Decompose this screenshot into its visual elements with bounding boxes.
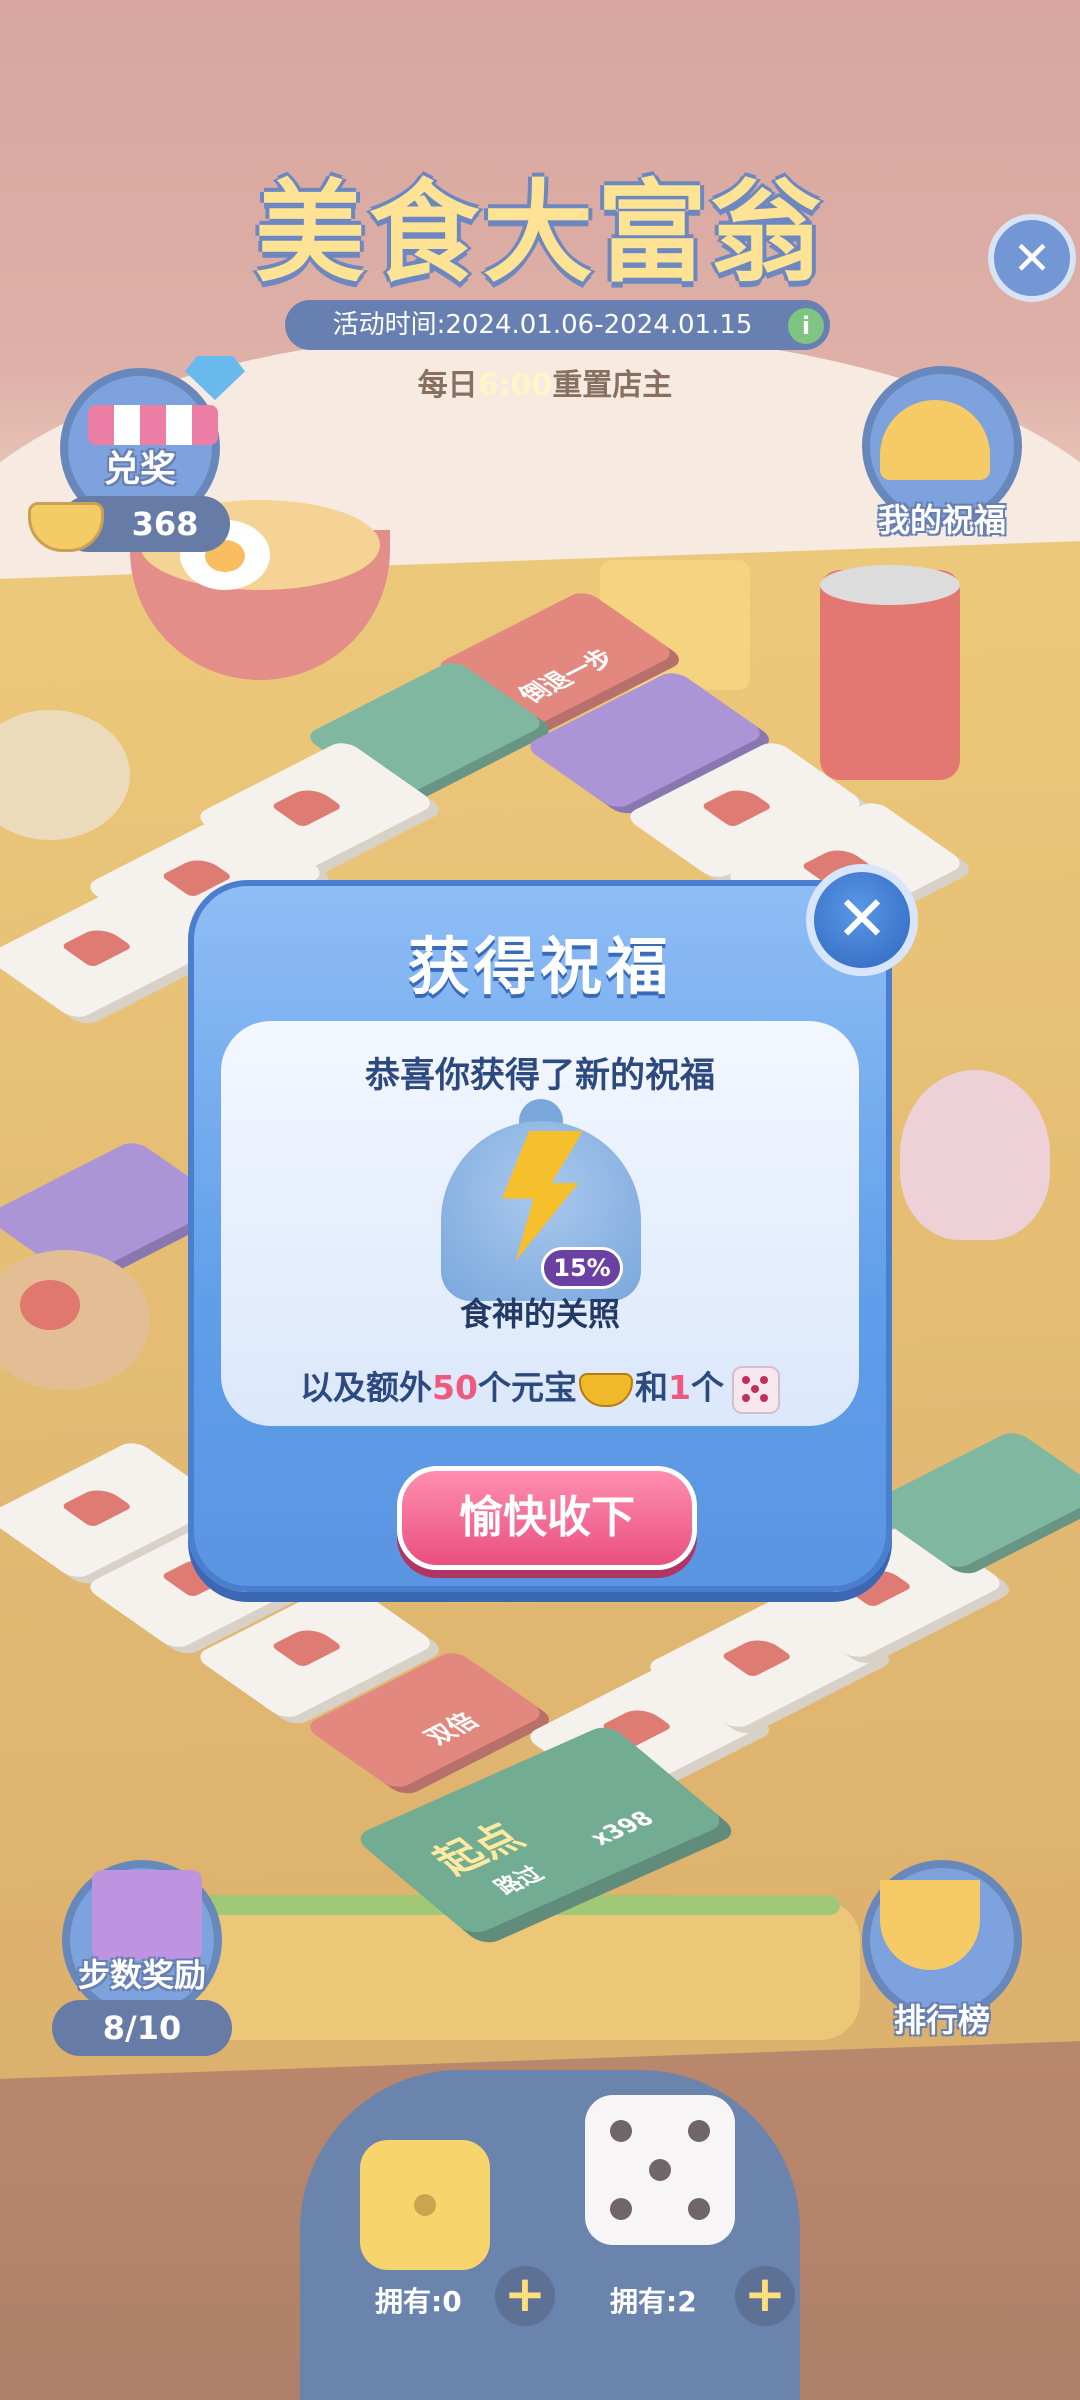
blessing-name: 食神的关照 <box>459 1295 620 1333</box>
accept-button[interactable]: 愉快收下 <box>397 1466 697 1570</box>
dice-icon <box>731 1365 780 1414</box>
congrats-text: 恭喜你获得了新的祝福 <box>364 1056 715 1096</box>
gold-ingot-icon <box>578 1372 633 1407</box>
close-modal-button[interactable]: ✕ <box>806 864 918 976</box>
extra-dice-count: 1 <box>667 1368 691 1407</box>
modal-content-card: 恭喜你获得了新的祝福 15% 食神的关照 以及额外50个元宝 和1个 <box>221 1021 859 1426</box>
blessing-percent-badge: 15% <box>541 1247 623 1289</box>
blessing-modal: 获得祝福 恭喜你获得了新的祝福 15% 食神的关照 以及额外50个元宝 和1个 愉… <box>188 880 892 1592</box>
extra-ingot-unit: 个元宝 <box>477 1368 577 1407</box>
extra-and: 和 <box>634 1368 668 1407</box>
extra-ingot-count: 50 <box>432 1368 478 1407</box>
extra-reward-line: 以及额外50个元宝 和1个 <box>221 1361 859 1414</box>
extra-dice-unit: 个 <box>690 1368 724 1407</box>
extra-prefix: 以及额外 <box>300 1368 433 1407</box>
modal-title: 获得祝福 <box>407 930 672 1003</box>
